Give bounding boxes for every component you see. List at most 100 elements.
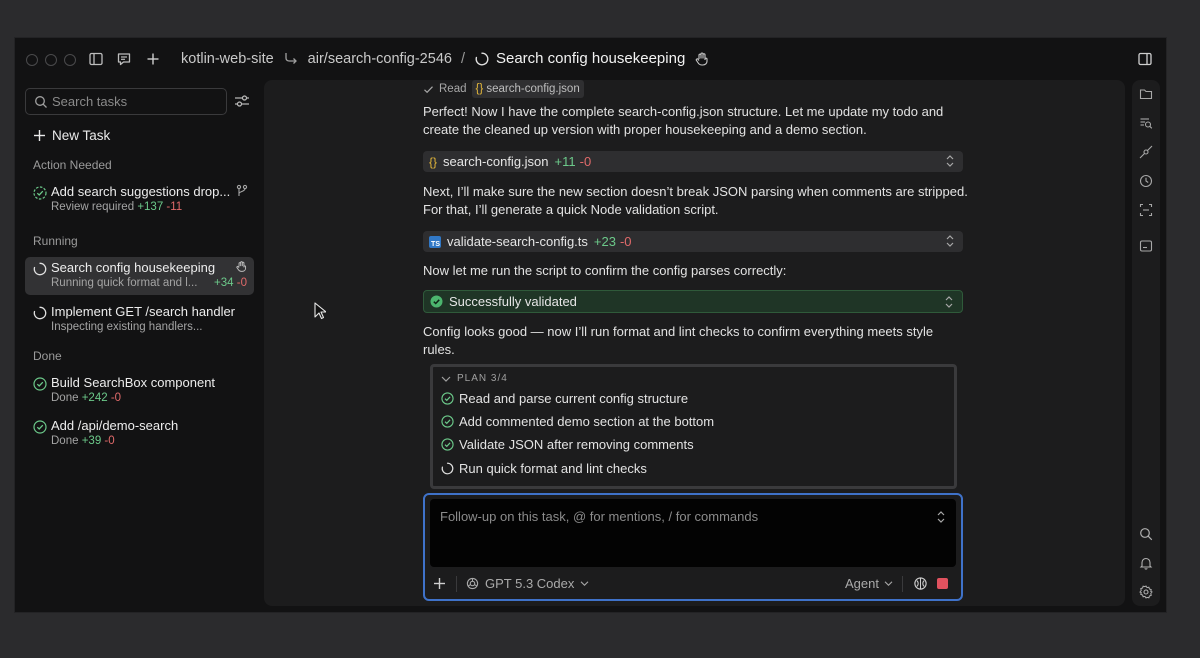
minimize-window-button[interactable] xyxy=(45,54,57,66)
lines-added: +11 xyxy=(554,154,576,169)
json-braces-icon: {} xyxy=(429,154,438,169)
expand-input-icon[interactable] xyxy=(936,510,946,524)
plan-header[interactable]: PLAN 3/4 xyxy=(441,373,508,384)
branch-icon xyxy=(283,51,299,67)
task-item[interactable]: Implement GET /search handler Inspecting… xyxy=(25,301,254,339)
branch-icon xyxy=(236,184,248,198)
app-window: kotlin-web-site air/search-config-2546 /… xyxy=(14,37,1167,613)
openai-icon xyxy=(466,577,479,590)
task-item[interactable]: Add /api/demo-search Done +39 -0 xyxy=(25,415,254,453)
screen-capture-icon[interactable] xyxy=(1139,203,1153,217)
branch-name[interactable]: air/search-config-2546 xyxy=(308,51,452,67)
section-running: Running xyxy=(33,234,78,248)
task-item[interactable]: Add search suggestions drop... Review re… xyxy=(25,181,254,219)
search-files-icon[interactable] xyxy=(1139,116,1153,130)
terminal-icon[interactable] xyxy=(1139,239,1153,253)
file-name: search-config.json xyxy=(443,154,549,169)
check-icon xyxy=(424,85,433,93)
conversation-panel: Read {} search-config.json Perfect! Now … xyxy=(264,80,1125,606)
bell-icon[interactable] xyxy=(1139,556,1153,570)
typescript-icon: TS xyxy=(429,235,441,248)
attach-plus-icon[interactable] xyxy=(433,577,446,590)
section-action-needed: Action Needed xyxy=(33,158,112,172)
check-circle-icon xyxy=(441,415,454,428)
lines-removed: -11 xyxy=(166,201,183,213)
check-circle-icon xyxy=(441,438,454,451)
review-check-icon xyxy=(33,186,47,200)
folder-icon[interactable] xyxy=(1139,87,1153,101)
stop-button[interactable] xyxy=(937,578,948,589)
sidebar-toggle-icon[interactable] xyxy=(88,51,104,67)
plan-progress: PLAN 3/4 xyxy=(457,373,508,384)
model-selector[interactable]: GPT 5.3 Codex xyxy=(466,576,589,591)
toolbar-divider xyxy=(902,576,903,592)
expand-chevron-icon[interactable] xyxy=(944,295,954,309)
assistant-message: Perfect! Now I have the complete search-… xyxy=(423,104,944,137)
task-name: Add search suggestions drop... xyxy=(51,184,231,199)
plan-step: Add commented demo section at the bottom xyxy=(441,414,714,429)
plus-icon xyxy=(34,130,45,141)
right-tool-rail xyxy=(1132,80,1160,606)
chevron-down-icon xyxy=(441,376,451,382)
assistant-message: Now let me run the script to confirm the… xyxy=(423,263,787,278)
spinner-icon xyxy=(474,51,490,67)
mouse-cursor-icon xyxy=(314,302,326,320)
task-status: Running quick format and l... xyxy=(51,277,198,289)
git-commit-icon[interactable] xyxy=(1139,145,1153,159)
file-name: validate-search-config.ts xyxy=(447,234,588,249)
task-item[interactable]: Build SearchBox component Done +242 -0 xyxy=(25,372,254,410)
brain-icon[interactable] xyxy=(913,576,928,591)
check-circle-icon xyxy=(33,377,47,391)
file-change-row[interactable]: {} search-config.json +11 -0 xyxy=(423,151,963,172)
check-circle-icon xyxy=(430,295,443,308)
settings-gear-icon[interactable] xyxy=(1139,585,1153,599)
search-tasks-input[interactable]: Search tasks xyxy=(25,88,227,115)
hand-icon xyxy=(235,260,248,273)
composer-toolbar: GPT 5.3 Codex Agent xyxy=(425,571,961,597)
plan-step-in-progress: Run quick format and lint checks xyxy=(441,461,647,476)
file-change-row[interactable]: TS validate-search-config.ts +23 -0 xyxy=(423,231,963,252)
json-braces-icon: {} xyxy=(475,83,484,95)
follow-up-input[interactable]: Follow-up on this task, @ for mentions, … xyxy=(430,499,956,567)
read-file-chip[interactable]: {} search-config.json xyxy=(471,80,584,98)
lines-removed: -0 xyxy=(619,234,632,249)
task-title: Search config housekeeping xyxy=(495,50,686,67)
task-status: Inspecting existing handlers... xyxy=(51,321,203,333)
task-status: Review required +137 -11 xyxy=(51,201,183,213)
mode-selector[interactable]: Agent xyxy=(845,576,893,591)
task-name: Implement GET /search handler xyxy=(51,304,236,319)
plan-step: Read and parse current config structure xyxy=(441,391,688,406)
search-icon[interactable] xyxy=(1139,527,1153,541)
plan-panel: PLAN 3/4 Read and parse current config s… xyxy=(430,364,957,489)
task-diff: +34 -0 xyxy=(214,277,247,289)
new-task-button[interactable]: New Task xyxy=(33,128,110,143)
composer: Follow-up on this task, @ for mentions, … xyxy=(423,493,963,601)
breadcrumb-separator: / xyxy=(460,50,465,67)
window-controls xyxy=(26,54,76,66)
chevron-down-icon xyxy=(580,581,589,587)
chat-icon[interactable] xyxy=(116,51,132,67)
add-icon[interactable] xyxy=(145,51,161,67)
filter-settings-icon[interactable] xyxy=(234,94,250,108)
history-icon[interactable] xyxy=(1139,174,1153,188)
repo-name[interactable]: kotlin-web-site xyxy=(181,51,274,67)
read-label: Read xyxy=(439,83,467,95)
mode-name: Agent xyxy=(845,576,879,591)
spinner-icon xyxy=(33,262,47,276)
search-icon xyxy=(35,96,47,108)
plan-step: Validate JSON after removing comments xyxy=(441,437,694,452)
task-status: Done +242 -0 xyxy=(51,392,122,404)
zoom-window-button[interactable] xyxy=(64,54,76,66)
expand-chevron-icon[interactable] xyxy=(945,154,955,168)
close-window-button[interactable] xyxy=(26,54,38,66)
validation-result-row[interactable]: Successfully validated xyxy=(423,290,963,313)
task-item-active[interactable]: Search config housekeeping Running quick… xyxy=(25,257,254,295)
title-bar: kotlin-web-site air/search-config-2546 /… xyxy=(15,38,1166,80)
model-name: GPT 5.3 Codex xyxy=(485,576,575,591)
task-sidebar: Search tasks New Task Action Needed Add … xyxy=(15,80,265,612)
spinner-icon xyxy=(33,306,47,320)
expand-chevron-icon[interactable] xyxy=(945,234,955,248)
right-panel-toggle-icon[interactable] xyxy=(1137,51,1153,67)
hand-icon xyxy=(694,51,710,67)
spinner-icon xyxy=(441,462,454,475)
